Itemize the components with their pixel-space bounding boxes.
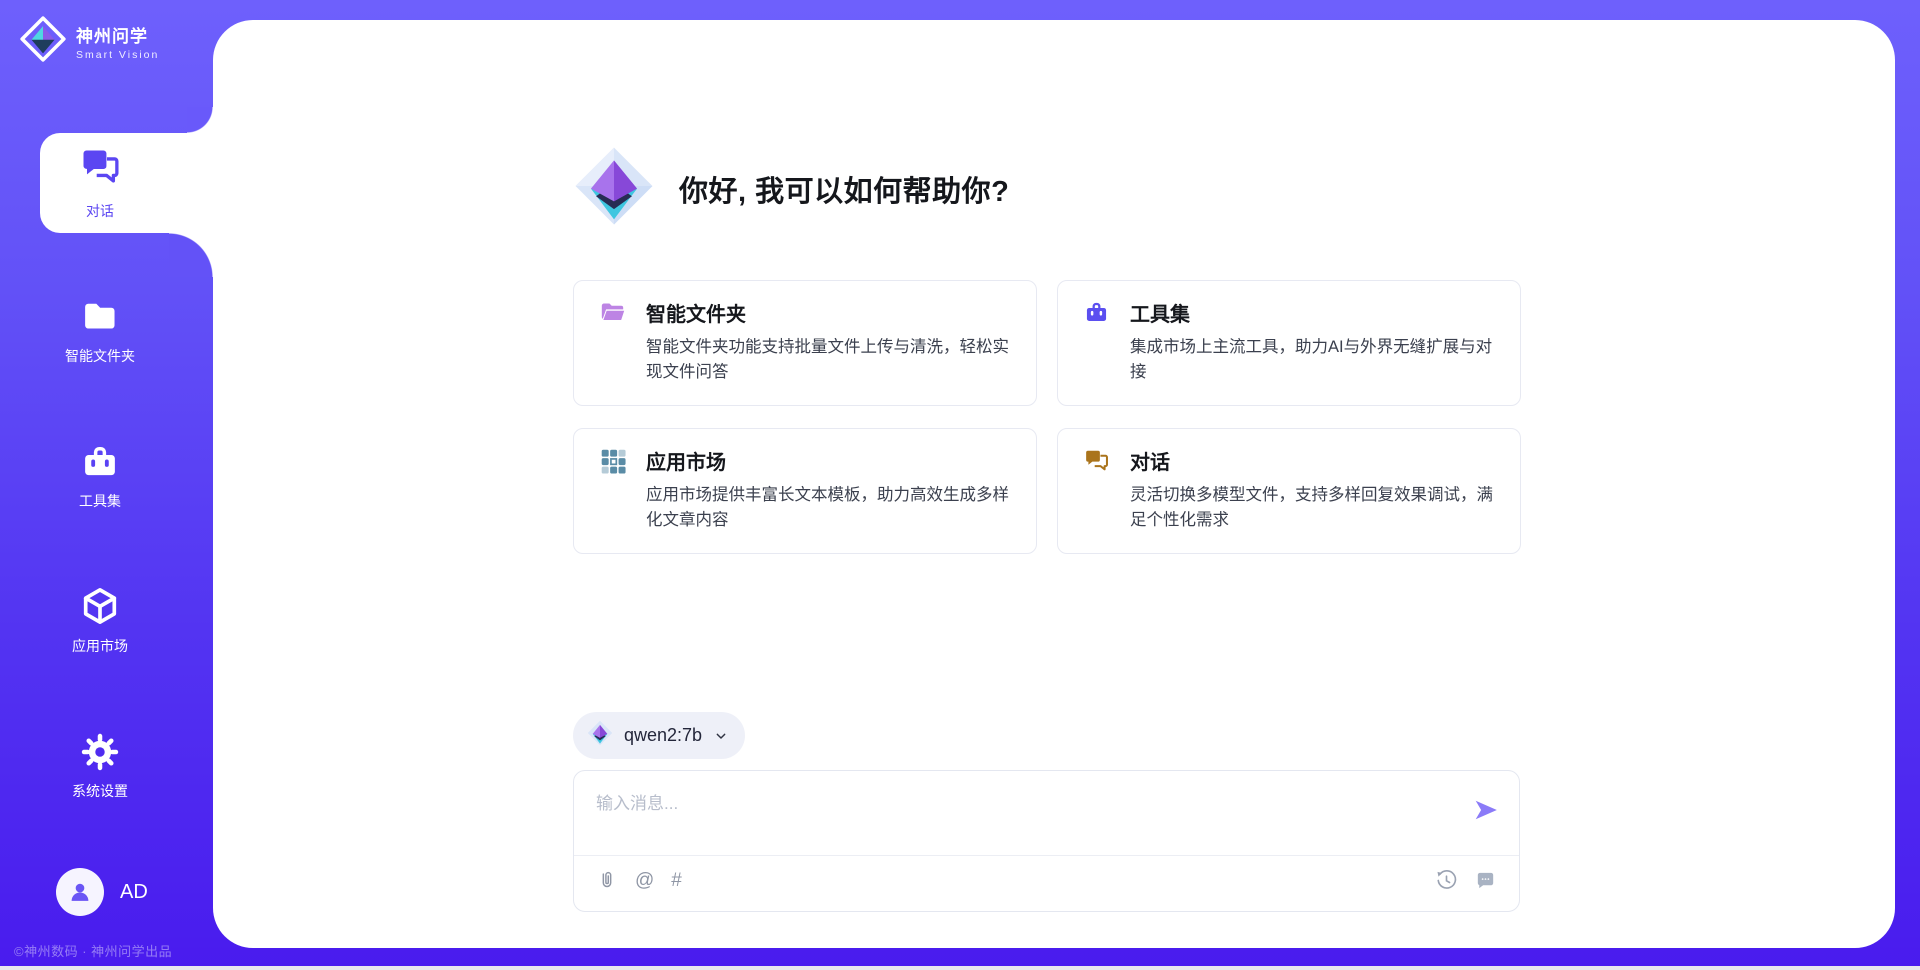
card-description: 应用市场提供丰富长文本模板，助力高效生成多样化文章内容 bbox=[599, 483, 1012, 533]
briefcase-icon bbox=[1083, 299, 1110, 326]
feedback-bubble-icon[interactable] bbox=[1474, 869, 1497, 892]
feature-cards: 智能文件夹 智能文件夹功能支持批量文件上传与清洗，轻松实现文件问答 工具集 集成… bbox=[573, 280, 1521, 554]
sidebar-item-chat[interactable]: 对话 bbox=[40, 133, 214, 233]
brand-diamond-icon bbox=[20, 16, 66, 67]
card-description: 智能文件夹功能支持批量文件上传与清洗，轻松实现文件问答 bbox=[599, 335, 1012, 385]
sidebar-item-label: 对话 bbox=[86, 201, 114, 221]
briefcase-icon bbox=[79, 441, 121, 483]
attachment-icon[interactable] bbox=[596, 869, 618, 893]
sidebar-item-settings[interactable]: 系统设置 bbox=[40, 731, 160, 801]
card-chat[interactable]: 对话 灵活切换多模型文件，支持多样回复效果调试，满足个性化需求 bbox=[1057, 428, 1521, 554]
card-toolset[interactable]: 工具集 集成市场上主流工具，助力AI与外界无缝扩展与对接 bbox=[1057, 280, 1521, 406]
app-grid-icon bbox=[599, 447, 626, 474]
user-profile[interactable]: AD bbox=[56, 868, 148, 916]
folder-icon bbox=[79, 296, 121, 338]
person-icon bbox=[66, 878, 94, 906]
card-description: 灵活切换多模型文件，支持多样回复效果调试，满足个性化需求 bbox=[1083, 483, 1496, 533]
message-composer: @ # bbox=[573, 770, 1520, 912]
composer-divider bbox=[574, 855, 1519, 856]
gear-icon bbox=[79, 731, 121, 773]
hashtag-icon[interactable]: # bbox=[671, 869, 682, 893]
model-selector[interactable]: qwen2:7b bbox=[573, 712, 745, 759]
card-title: 工具集 bbox=[1130, 298, 1190, 327]
main-panel: 你好, 我可以如何帮助你? 智能文件夹 智能文件夹功能支持批量文件上传与清洗，轻… bbox=[213, 20, 1895, 948]
sidebar-item-label: 系统设置 bbox=[40, 781, 160, 801]
model-diamond-icon bbox=[587, 720, 613, 751]
chat-bubbles-icon bbox=[78, 145, 122, 194]
card-title: 应用市场 bbox=[646, 446, 726, 475]
sidebar-item-label: 智能文件夹 bbox=[40, 346, 160, 366]
active-tab-bottom-curve bbox=[169, 233, 213, 277]
chat-bubbles-icon bbox=[1083, 447, 1110, 474]
card-description: 集成市场上主流工具，助力AI与外界无缝扩展与对接 bbox=[1083, 335, 1496, 385]
open-folder-icon bbox=[599, 299, 626, 326]
avatar bbox=[56, 868, 104, 916]
message-input[interactable] bbox=[594, 785, 1438, 823]
card-title: 对话 bbox=[1130, 446, 1170, 475]
card-app-market[interactable]: 应用市场 应用市场提供丰富长文本模板，助力高效生成多样化文章内容 bbox=[573, 428, 1037, 554]
sidebar-item-smart-folder[interactable]: 智能文件夹 bbox=[40, 296, 160, 366]
sidebar-item-app-market[interactable]: 应用市场 bbox=[40, 584, 160, 656]
card-smart-folder[interactable]: 智能文件夹 智能文件夹功能支持批量文件上传与清洗，轻松实现文件问答 bbox=[573, 280, 1037, 406]
card-title: 智能文件夹 bbox=[646, 298, 746, 327]
copyright-footer: ©神州数码 · 神州问学出品 bbox=[14, 941, 172, 960]
greeting-diamond-icon bbox=[573, 145, 655, 232]
chevron-down-icon bbox=[713, 728, 729, 744]
sidebar: 神州问学 Smart Vision 对话 智能文件夹 工具集 bbox=[0, 0, 213, 970]
greeting-text: 你好, 我可以如何帮助你? bbox=[679, 168, 1009, 210]
model-name: qwen2:7b bbox=[624, 725, 702, 746]
greeting: 你好, 我可以如何帮助你? bbox=[573, 145, 1009, 232]
send-icon bbox=[1473, 797, 1499, 823]
brand: 神州问学 Smart Vision bbox=[20, 16, 159, 67]
sidebar-item-label: 工具集 bbox=[40, 491, 160, 511]
sidebar-item-label: 应用市场 bbox=[40, 636, 160, 656]
active-tab-top-curve bbox=[187, 107, 213, 133]
brand-name: 神州问学 bbox=[76, 22, 159, 47]
cube-icon bbox=[78, 584, 122, 628]
user-initials: AD bbox=[120, 881, 148, 904]
history-icon[interactable] bbox=[1435, 869, 1458, 892]
send-button[interactable] bbox=[1473, 797, 1499, 823]
mention-icon[interactable]: @ bbox=[635, 869, 654, 893]
sidebar-item-toolset[interactable]: 工具集 bbox=[40, 441, 160, 511]
brand-subtitle: Smart Vision bbox=[76, 49, 159, 61]
bottom-edge-strip bbox=[0, 966, 1920, 970]
